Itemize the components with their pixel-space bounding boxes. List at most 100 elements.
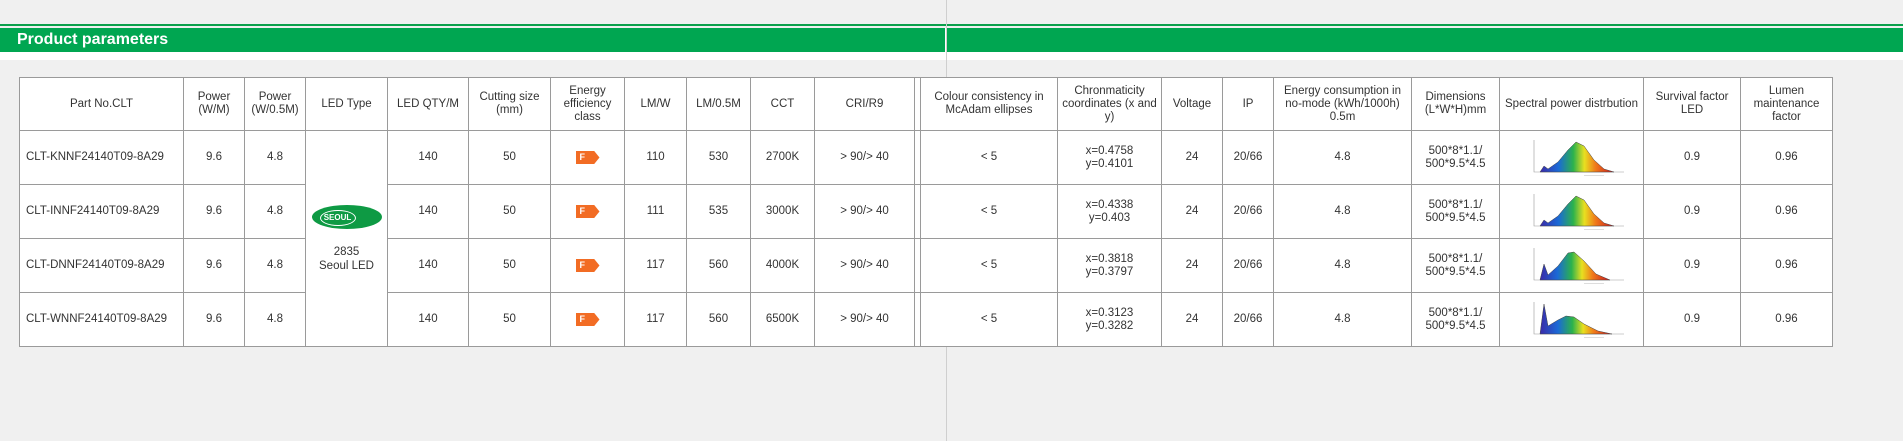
lm-per-half-m-cell: 560: [686, 238, 751, 293]
spectrum-chart-icon: [1503, 297, 1640, 338]
power-per-half-m-cell: 4.8: [244, 130, 306, 185]
header-lm-per-half-m: LM/0.5M: [686, 77, 751, 131]
cct-cell: 4000K: [750, 238, 815, 293]
dimensions-line-2: 500*9.5*4.5: [1425, 319, 1486, 332]
spectrum-thumbnail: [1533, 247, 1624, 284]
part-number-cell: CLT-WNNF24140T09-8A29: [19, 292, 184, 347]
energy-consumption-cell: 4.8: [1273, 292, 1412, 347]
product-parameters-table: Part No.CLT Power (W/M) Power (W/0.5M) LED …: [19, 77, 1833, 347]
lm-per-w-cell: 117: [624, 292, 687, 347]
voltage-cell: 24: [1161, 292, 1223, 347]
header-energy-consumption: Energy consumption in no-mode (kWh/1000h…: [1273, 77, 1412, 131]
header-part-number: Part No.CLT: [19, 77, 184, 131]
energy-consumption-cell: 4.8: [1273, 238, 1412, 293]
dimensions-cell: 500*8*1.1/500*9.5*4.5: [1411, 130, 1500, 185]
spectral-cell: [1499, 184, 1644, 239]
seoul-logo-text: SEOUL: [319, 209, 356, 226]
lm-per-w-cell: 117: [624, 238, 687, 293]
voltage-cell: 24: [1161, 238, 1223, 293]
header-ip: IP: [1222, 77, 1274, 131]
chromaticity-y: y=0.403: [1088, 211, 1131, 224]
survival-factor-cell: 0.9: [1643, 238, 1741, 293]
lumen-maintenance-cell: 0.96: [1740, 130, 1833, 185]
energy-class-badge-icon: F: [575, 313, 600, 326]
mcadam-cell: < 5: [920, 292, 1058, 347]
dimensions-line-1: 500*8*1.1/: [1428, 144, 1483, 157]
dimensions-line-1: 500*8*1.1/: [1428, 306, 1483, 319]
lm-per-half-m-cell: 560: [686, 292, 751, 347]
mcadam-cell: < 5: [920, 184, 1058, 239]
part-number-cell: CLT-KNNF24140T09-8A29: [19, 130, 184, 185]
lumen-maintenance-cell: 0.96: [1740, 184, 1833, 239]
led-qty-cell: 140: [387, 238, 469, 293]
header-chromaticity: Chronmaticity coordinates (x and y): [1057, 77, 1162, 131]
header-cri-r9: CRI/R9: [814, 77, 915, 131]
header-power-per-m: Power (W/M): [183, 77, 245, 131]
cutting-size-cell: 50: [468, 130, 551, 185]
header-cutting-size: Cutting size (mm): [468, 77, 551, 131]
dimensions-line-2: 500*9.5*4.5: [1425, 157, 1486, 170]
energy-consumption-cell: 4.8: [1273, 130, 1412, 185]
energy-class-cell: F: [550, 238, 625, 293]
cri-r9-cell: > 90/> 40: [814, 238, 915, 293]
banner-underlay: [0, 52, 1903, 60]
spectrum-thumbnail: [1533, 301, 1624, 338]
lm-per-w-cell: 110: [624, 130, 687, 185]
dimensions-line-2: 500*9.5*4.5: [1425, 211, 1486, 224]
ip-cell: 20/66: [1222, 184, 1274, 239]
dimensions-line-2: 500*9.5*4.5: [1425, 265, 1486, 278]
header-spectral-distribution: Spectral power distrbution: [1499, 77, 1644, 131]
led-qty-cell: 140: [387, 292, 469, 347]
spectral-cell: [1499, 130, 1644, 185]
energy-class-cell: F: [550, 130, 625, 185]
power-per-m-cell: 9.6: [183, 184, 245, 239]
spectral-cell: [1499, 292, 1644, 347]
chromaticity-x: x=0.3123: [1085, 306, 1134, 319]
lumen-maintenance-cell: 0.96: [1740, 292, 1833, 347]
table-row: CLT-DNNF24140T09-8A29 9.6 4.8 140 50 F 117 560 4…: [19, 238, 1833, 293]
chromaticity-y: y=0.3282: [1085, 319, 1134, 332]
energy-consumption-cell: 4.8: [1273, 184, 1412, 239]
header-mcadam: Colour consistency in McAdam ellipses: [920, 77, 1058, 131]
section-banner: Product parameters: [0, 28, 1903, 52]
survival-factor-cell: 0.9: [1643, 130, 1741, 185]
lumen-maintenance-cell: 0.96: [1740, 238, 1833, 293]
lm-per-half-m-cell: 530: [686, 130, 751, 185]
header-lm-per-w: LM/W: [624, 77, 687, 131]
header-survival-factor: Survival factor LED: [1643, 77, 1741, 131]
seoul-logo-icon: SEOUL: [311, 204, 382, 229]
energy-class-badge-icon: F: [575, 205, 600, 218]
energy-class-cell: F: [550, 184, 625, 239]
chromaticity-y: y=0.3797: [1085, 265, 1134, 278]
power-per-half-m-cell: 4.8: [244, 238, 306, 293]
dimensions-cell: 500*8*1.1/500*9.5*4.5: [1411, 292, 1500, 347]
chromaticity-cell: x=0.3123 y=0.3282: [1057, 292, 1162, 347]
cct-cell: 3000K: [750, 184, 815, 239]
spectrum-chart-icon: [1503, 135, 1640, 176]
spectral-cell: [1499, 238, 1644, 293]
dimensions-cell: 500*8*1.1/500*9.5*4.5: [1411, 184, 1500, 239]
chromaticity-cell: x=0.4758 y=0.4101: [1057, 130, 1162, 185]
header-dimensions: Dimensions (L*W*H)mm: [1411, 77, 1500, 131]
header-energy-class: Energy efficiency class: [550, 77, 625, 131]
header-lumen-maintenance: Lumen maintenance factor: [1740, 77, 1833, 131]
ip-cell: 20/66: [1222, 292, 1274, 347]
power-per-half-m-cell: 4.8: [244, 184, 306, 239]
chromaticity-x: x=0.3818: [1085, 252, 1134, 265]
energy-class-badge-icon: F: [575, 151, 600, 164]
spectrum-thumbnail: [1533, 139, 1624, 176]
part-number-cell: CLT-INNF24140T09-8A29: [19, 184, 184, 239]
cct-cell: 2700K: [750, 130, 815, 185]
led-type-brand: Seoul LED: [319, 259, 374, 272]
lm-per-w-cell: 111: [624, 184, 687, 239]
part-number-cell: CLT-DNNF24140T09-8A29: [19, 238, 184, 293]
spectrum-thumbnail: [1533, 193, 1624, 230]
voltage-cell: 24: [1161, 130, 1223, 185]
chromaticity-cell: x=0.3818 y=0.3797: [1057, 238, 1162, 293]
header-led-type: LED Type: [305, 77, 388, 131]
cutting-size-cell: 50: [468, 292, 551, 347]
cri-r9-cell: > 90/> 40: [814, 130, 915, 185]
table-row: CLT-WNNF24140T09-8A29 9.6 4.8 140 50 F 117 560 6…: [19, 292, 1833, 347]
header-row: Part No.CLT Power (W/M) Power (W/0.5M) LED …: [19, 77, 1833, 131]
header-led-qty: LED QTY/M: [387, 77, 469, 131]
